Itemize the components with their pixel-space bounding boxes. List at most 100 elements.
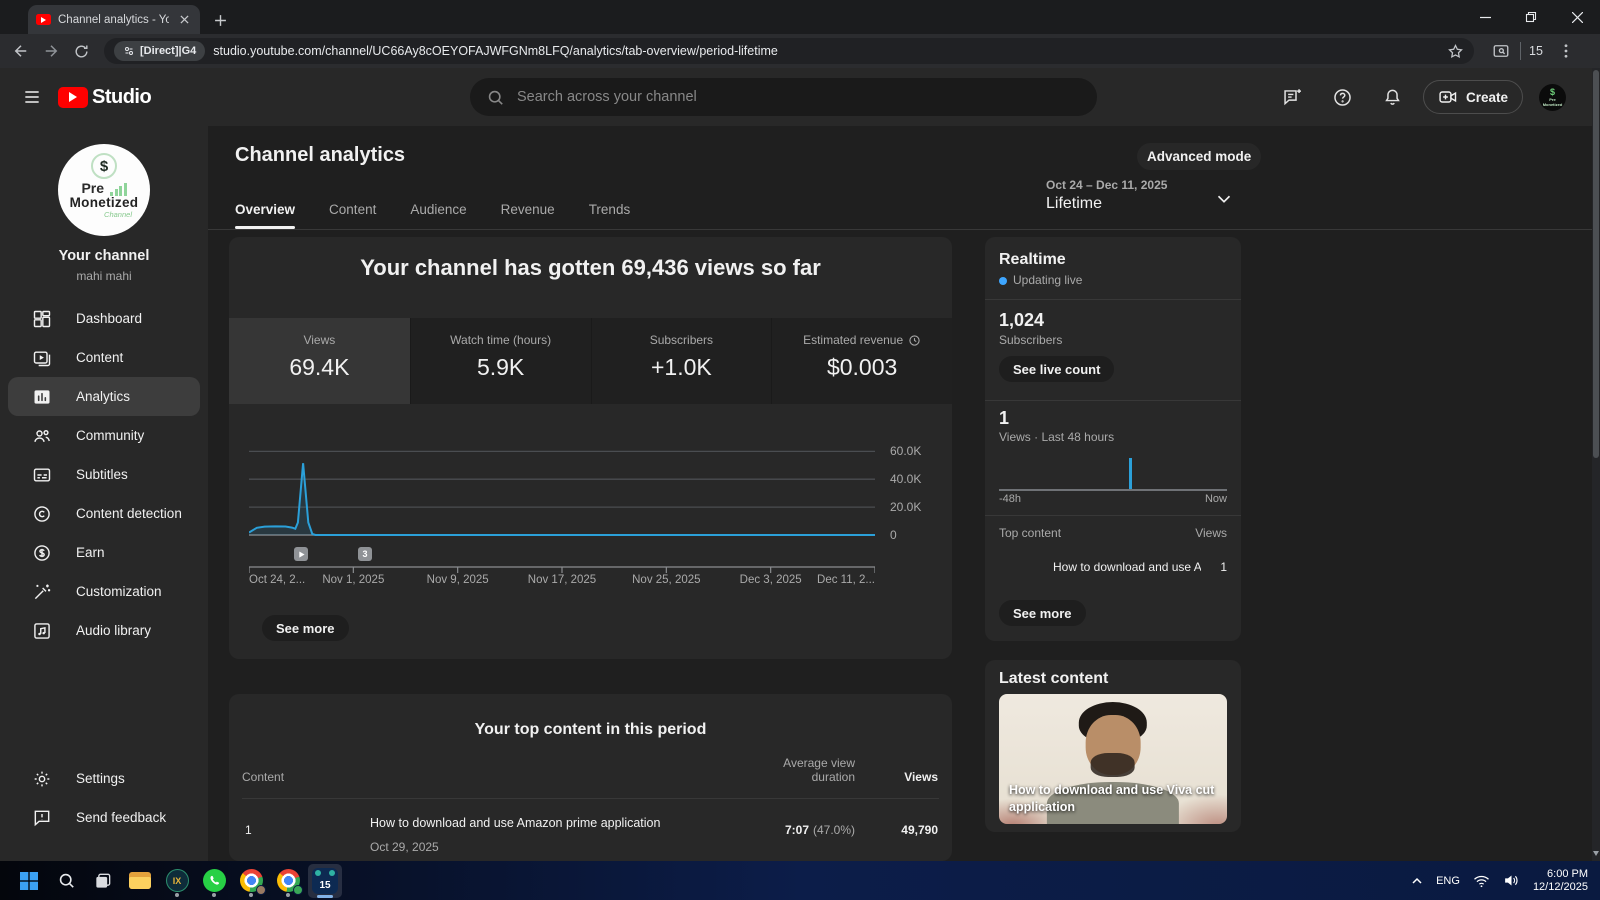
metric-estimated-revenue[interactable]: Estimated revenue $0.003 [771,318,952,404]
studio-search-bar[interactable] [470,78,1097,116]
create-button[interactable]: Create [1423,80,1523,114]
language-indicator[interactable]: ENG [1436,875,1460,887]
page-title: Channel analytics [235,144,405,167]
side-search-icon[interactable] [1486,36,1516,66]
video-title[interactable]: How to download and use Amazon prime app… [370,816,660,830]
date-range-picker[interactable]: Oct 24 – Dec 11, 2025 Lifetime [1046,178,1167,213]
restore-button[interactable] [1508,0,1554,34]
sidebar-item-send-feedback[interactable]: Send feedback [8,798,200,837]
latest-video-title: How to download and use Viva cut applica… [1009,782,1217,816]
metric-watch-time[interactable]: Watch time (hours) 5.9K [410,318,591,404]
sidebar-item-dashboard[interactable]: Dashboard [8,299,200,338]
sidebar-item-analytics[interactable]: Analytics [8,377,200,416]
tab-content[interactable]: Content [329,194,376,229]
videos-published-count-marker[interactable]: 3 [358,547,372,561]
advanced-mode-button[interactable]: Advanced mode [1137,143,1261,170]
see-more-button[interactable]: See more [262,615,349,641]
studio-brand: Studio [92,86,151,109]
profile-badge [293,885,303,895]
wifi-icon[interactable] [1473,874,1490,888]
sidebar-item-audio-library[interactable]: Audio library [8,611,200,650]
bookmark-star-icon[interactable] [1447,43,1464,60]
tabs-divider [208,229,1592,230]
task-view-button[interactable] [86,864,120,898]
column-content[interactable]: Content [242,770,284,784]
help-icon[interactable] [1323,77,1363,117]
create-label: Create [1466,90,1508,105]
see-more-button[interactable]: See more [999,600,1086,626]
video-title[interactable]: How to download and use A… [1053,560,1201,574]
close-window-button[interactable] [1554,0,1600,34]
file-explorer-button[interactable] [123,864,157,898]
latest-video-thumbnail[interactable]: How to download and use Viva cut applica… [999,694,1227,824]
see-live-count-button[interactable]: See live count [999,356,1114,382]
address-bar[interactable]: [Direct]|G4 studio.youtube.com/channel/U… [104,38,1474,64]
sidebar-item-customization[interactable]: Customization [8,572,200,611]
realtime-48h-chart[interactable] [999,455,1227,491]
site-info-chip[interactable]: [Direct]|G4 [114,41,205,61]
tab-close-icon[interactable] [176,12,192,28]
community-icon [32,426,52,446]
forward-icon[interactable] [36,36,66,66]
tab-overview[interactable]: Overview [235,194,295,229]
channel-name: mahi mahi [0,269,208,283]
video-published-marker[interactable] [294,547,308,561]
youtube-studio-logo[interactable]: Studio [58,86,151,109]
url-text[interactable]: studio.youtube.com/channel/UC66Ay8cOEYOF… [213,44,1439,58]
back-icon[interactable] [6,36,36,66]
views-48h-label: Views · Last 48 hours [999,430,1114,444]
customization-wand-icon [32,582,52,602]
play-icon [298,551,305,558]
ix-app-button[interactable]: IX [160,864,194,898]
start-button[interactable] [12,864,46,898]
tray-expand-chevron-icon[interactable] [1411,875,1423,887]
tab-counter-badge[interactable]: 15 [1525,44,1547,58]
chrome-profile1-button[interactable] [234,864,268,898]
window-controls [1462,0,1600,34]
metric-views[interactable]: Views 69.4K [229,318,410,404]
scrollbar-down-arrow[interactable] [1593,851,1599,859]
y-axis-tick: 40.0K [890,472,921,486]
y-axis-tick: 20.0K [890,500,921,514]
column-views[interactable]: Views [869,770,938,784]
active-app-button[interactable]: 15 [308,864,342,898]
views-line-chart[interactable] [249,437,875,541]
whatsapp-button[interactable] [197,864,231,898]
account-avatar[interactable]: $ Pre Monetized [1539,84,1566,111]
sidebar-item-settings[interactable]: Settings [8,759,200,798]
minimize-button[interactable] [1462,0,1508,34]
tab-revenue[interactable]: Revenue [501,194,555,229]
chrome-profile2-button[interactable] [271,864,305,898]
windows-taskbar: IX 15 ENG 6:00 PM 12/12/2025 [0,861,1600,900]
x-axis-tick: Oct 24, 2... [249,574,305,586]
sidebar-item-earn[interactable]: Earn [8,533,200,572]
divider [985,299,1241,300]
browser-menu-icon[interactable] [1551,36,1581,66]
volume-icon[interactable] [1503,873,1520,888]
avg-view-duration-value: 7:07 [709,823,809,837]
page-scrollbar[interactable] [1592,68,1600,861]
channel-avatar[interactable]: $ Pre Monetized Channel [58,144,150,236]
column-avg-view-duration[interactable]: Average view duration [759,756,855,784]
video-views: 1 [1220,560,1227,574]
new-tab-button[interactable] [208,8,232,32]
realtime-card: Realtime Updating live 1,024 Subscribers… [985,237,1241,641]
scrollbar-thumb[interactable] [1593,70,1599,458]
taskbar-search-button[interactable] [49,864,83,898]
sidebar-item-content[interactable]: Content [8,338,200,377]
sidebar-item-content-detection[interactable]: Content detection [8,494,200,533]
sidebar-item-subtitles[interactable]: Subtitles [8,455,200,494]
tab-audience[interactable]: Audience [410,194,466,229]
tab-trends[interactable]: Trends [589,194,631,229]
chevron-down-icon[interactable] [1213,188,1235,215]
realtime-title: Realtime [999,251,1066,269]
notifications-bell-icon[interactable] [1373,77,1413,117]
search-input[interactable] [517,89,1081,105]
sidebar-item-community[interactable]: Community [8,416,200,455]
metric-subscribers[interactable]: Subscribers +1.0K [591,318,772,404]
taskbar-clock[interactable]: 6:00 PM 12/12/2025 [1533,868,1588,894]
feedback-icon[interactable] [1273,77,1313,117]
hamburger-menu-icon[interactable] [12,77,52,117]
browser-tab[interactable]: Channel analytics - YouTube Stu [28,5,200,34]
reload-icon[interactable] [66,36,96,66]
